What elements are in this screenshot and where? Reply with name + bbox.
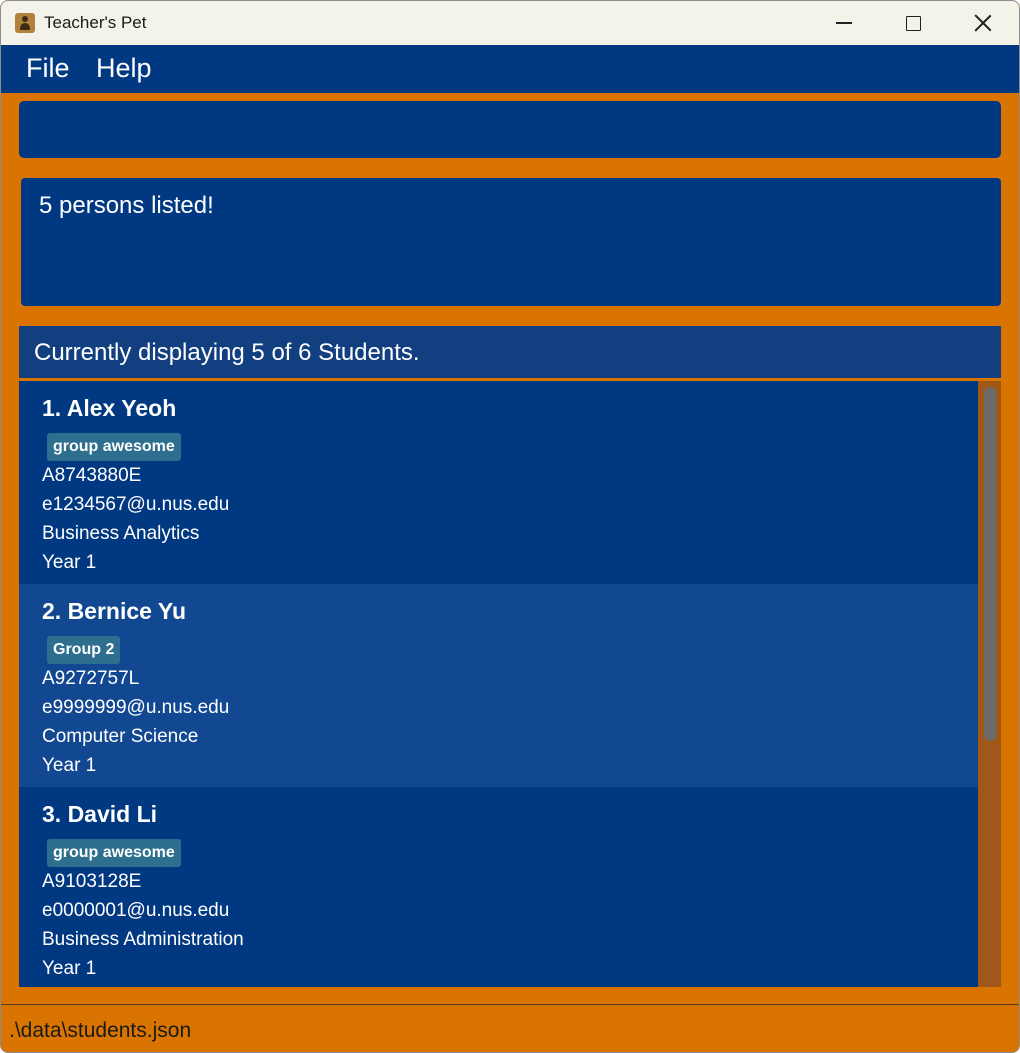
student-name: 2. Bernice Yu bbox=[42, 598, 187, 624]
student-list-panel: 1. Alex Yeoh group awesome A8743880E e12… bbox=[19, 381, 1001, 987]
student-id: A9103128E bbox=[42, 871, 142, 892]
student-year: Year 1 bbox=[42, 958, 97, 979]
data-file-path: .\data\students.json bbox=[9, 1019, 192, 1042]
student-name: 3. David Li bbox=[42, 801, 158, 827]
title-bar[interactable]: Teacher's Pet bbox=[1, 1, 1019, 45]
result-display: 5 persons listed! bbox=[21, 178, 1001, 306]
student-id: A9272757L bbox=[42, 668, 140, 689]
maximize-icon bbox=[905, 15, 921, 31]
command-input[interactable] bbox=[19, 101, 1001, 158]
student-major: Business Analytics bbox=[42, 523, 200, 544]
scrollbar-thumb[interactable] bbox=[984, 387, 996, 741]
close-button[interactable] bbox=[948, 1, 1018, 45]
student-email: e0000001@u.nus.edu bbox=[42, 900, 230, 921]
student-card[interactable]: 2. Bernice Yu Group 2 A9272757L e9999999… bbox=[19, 584, 978, 787]
command-box bbox=[19, 101, 1001, 158]
student-tag: group awesome bbox=[47, 839, 181, 867]
student-list: 1. Alex Yeoh group awesome A8743880E e12… bbox=[19, 381, 978, 987]
list-scrollbar[interactable] bbox=[980, 384, 1000, 987]
maximize-button[interactable] bbox=[878, 1, 948, 45]
student-year: Year 1 bbox=[42, 552, 97, 573]
minimize-icon bbox=[836, 22, 852, 24]
menu-file[interactable]: File bbox=[26, 53, 70, 84]
student-major: Business Administration bbox=[42, 929, 244, 950]
window-title: Teacher's Pet bbox=[44, 13, 147, 32]
student-email: e9999999@u.nus.edu bbox=[42, 697, 230, 718]
student-year: Year 1 bbox=[42, 755, 97, 776]
list-header-text: Currently displaying 5 of 6 Students. bbox=[34, 339, 420, 366]
app-window: Teacher's Pet File Help 5 persons listed… bbox=[0, 0, 1020, 1053]
student-list-header: Currently displaying 5 of 6 Students. bbox=[19, 326, 1001, 378]
close-icon bbox=[974, 14, 992, 32]
app-contact-icon bbox=[15, 13, 35, 33]
student-card[interactable]: 1. Alex Yeoh group awesome A8743880E e12… bbox=[19, 381, 978, 584]
student-name: 1. Alex Yeoh bbox=[42, 395, 177, 421]
student-email: e1234567@u.nus.edu bbox=[42, 494, 230, 515]
student-tag: group awesome bbox=[47, 433, 181, 461]
result-message: 5 persons listed! bbox=[39, 192, 214, 219]
student-tag: Group 2 bbox=[47, 636, 121, 664]
student-major: Computer Science bbox=[42, 726, 199, 747]
menu-help[interactable]: Help bbox=[96, 53, 152, 84]
minimize-button[interactable] bbox=[809, 1, 879, 45]
student-id: A8743880E bbox=[42, 465, 142, 486]
student-card[interactable]: 3. David Li group awesome A9103128E e000… bbox=[19, 787, 978, 987]
menu-bar: File Help bbox=[1, 45, 1019, 93]
status-bar: .\data\students.json bbox=[1, 1004, 1019, 1052]
